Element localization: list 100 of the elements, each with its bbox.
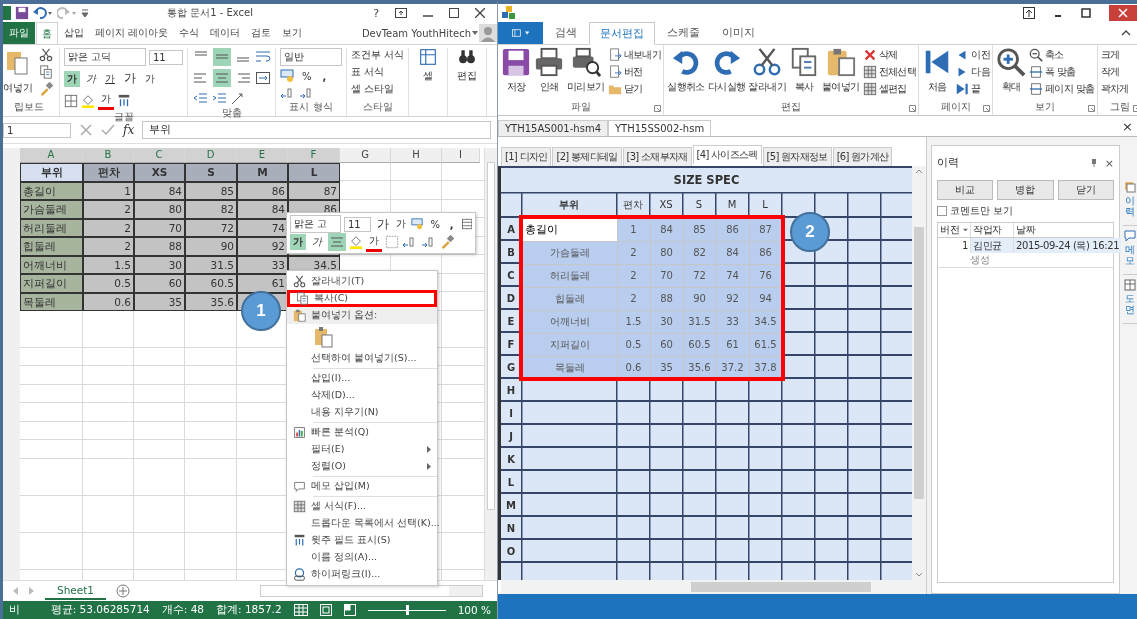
page-layout-icon[interactable]: [319, 604, 332, 616]
cells-icon[interactable]: [419, 48, 438, 66]
side-tab[interactable]: 이력: [1123, 181, 1137, 226]
document-tab[interactable]: YTH15AS001-hsm4: [498, 120, 608, 136]
menu-item[interactable]: 드롭다운 목록에서 선택(K)...: [287, 515, 437, 532]
column-header[interactable]: H: [391, 148, 442, 163]
ribbon-tab[interactable]: 파일: [3, 22, 35, 44]
zoom-level[interactable]: 100 %: [457, 604, 491, 616]
menu-item[interactable]: 잘라내기(T): [287, 273, 437, 290]
ribbon-tab[interactable]: 문서편집: [589, 22, 655, 45]
undo-icon[interactable]: [33, 7, 53, 19]
column-header[interactable]: 작업자: [970, 223, 1013, 237]
column-header[interactable]: I: [442, 148, 480, 163]
brush-icon[interactable]: [39, 82, 53, 96]
font-style-button[interactable]: 가: [64, 70, 80, 87]
save-icon[interactable]: [15, 6, 29, 20]
ribbon-button[interactable]: 처음: [921, 47, 954, 96]
font-size-dropdown[interactable]: 11: [343, 216, 371, 232]
collapse-ribbon-icon[interactable]: [1121, 30, 1131, 36]
ribbon-button[interactable]: 미리보기: [566, 47, 606, 96]
editing-button[interactable]: 편집: [457, 69, 478, 83]
checkbox[interactable]: [937, 206, 947, 216]
name-box[interactable]: 1: [3, 122, 71, 138]
merge-cells-icon[interactable]: [255, 70, 271, 86]
decrease-indent-icon[interactable]: [192, 90, 208, 106]
ribbon-button[interactable]: 작게: [1100, 64, 1129, 79]
grow-font-button[interactable]: 가: [121, 69, 139, 88]
scroll-right-icon[interactable]: [29, 587, 35, 595]
column-header[interactable]: A: [20, 148, 83, 163]
checkbox-label[interactable]: 코멘트만 보기: [937, 204, 1114, 218]
sheet-tab[interactable]: [4] 사이즈스펙: [692, 145, 762, 164]
caret-icon[interactable]: [524, 31, 529, 35]
vertical-scrollbar[interactable]: [912, 166, 926, 580]
percent-button[interactable]: %: [299, 69, 315, 83]
ribbon-display-icon[interactable]: [395, 8, 407, 18]
menu-item[interactable]: 정렬(O): [287, 458, 437, 475]
comma-button[interactable]: ,: [444, 217, 459, 231]
scroll-down-icon[interactable]: [915, 572, 923, 577]
shrink-font-button[interactable]: 가: [142, 70, 158, 87]
dialog-launcher-icon[interactable]: [1132, 105, 1137, 112]
document-tab[interactable]: YTH15SS002-hsm: [608, 120, 712, 136]
scrollbar-thumb[interactable]: [261, 586, 449, 596]
close-button[interactable]: ×: [1104, 156, 1114, 170]
column-header[interactable]: D: [185, 148, 237, 163]
account-name[interactable]: DevTeam YouthHitech: [361, 27, 471, 39]
column-header[interactable]: E: [237, 148, 288, 163]
font-name-dropdown[interactable]: 맑은 고: [290, 215, 341, 233]
column-header[interactable]: 날짜: [1013, 223, 1113, 237]
style-menu-button[interactable]: 표 서식: [351, 65, 385, 79]
ribbon-button[interactable]: 전체선택: [862, 64, 917, 79]
restore-icon[interactable]: [1023, 7, 1035, 19]
sheet-tab[interactable]: [3] 소재부자재: [622, 147, 692, 166]
menu-item[interactable]: 메모 삽입(M): [287, 478, 437, 495]
style-menu-button[interactable]: 조건부 서식: [351, 48, 405, 62]
ribbon-button[interactable]: 확대: [995, 47, 1028, 96]
menu-item[interactable]: 하이퍼링크(I)...: [287, 566, 437, 583]
ribbon-button[interactable]: 인쇄: [533, 47, 565, 96]
panel-button[interactable]: 병합: [997, 180, 1054, 200]
shrink-font-button[interactable]: 가: [393, 216, 408, 232]
menu-item[interactable]: 이름 정의(A)...: [287, 549, 437, 566]
menu-item[interactable]: 윗주 필드 표시(S): [287, 532, 437, 549]
column-header[interactable]: B: [83, 148, 134, 163]
page-break-icon[interactable]: [343, 604, 356, 616]
menu-item[interactable]: 선택하여 붙여넣기(S)...: [287, 350, 437, 367]
font-style-button[interactable]: 가: [102, 70, 118, 87]
ribbon-tab[interactable]: 수식: [174, 22, 205, 44]
scrollbar-thumb[interactable]: [487, 162, 495, 510]
style-menu-button[interactable]: 셀 스타일: [351, 82, 395, 96]
menu-item[interactable]: 삭제(D)...: [287, 387, 437, 404]
binoculars-icon[interactable]: [458, 48, 477, 66]
menu-item[interactable]: 빠른 분석(Q): [287, 424, 437, 441]
ribbon-tab[interactable]: 스케줄: [657, 22, 710, 44]
sheet-tab[interactable]: [1] 디자인: [501, 147, 552, 166]
text-orientation-icon[interactable]: [230, 90, 246, 106]
close-icon[interactable]: [1109, 5, 1137, 21]
panel-button[interactable]: 닫기: [1057, 180, 1114, 200]
ribbon-button[interactable]: 크게: [1100, 47, 1129, 62]
ribbon-button[interactable]: 실행취소: [666, 47, 706, 96]
caret-icon[interactable]: [472, 31, 478, 35]
close-icon[interactable]: [475, 8, 485, 18]
currency-icon[interactable]: [280, 69, 296, 83]
ribbon-button[interactable]: 닫기: [607, 81, 662, 96]
format-cells-icon[interactable]: [461, 218, 472, 230]
ribbon-tab[interactable]: 검색: [545, 22, 587, 44]
font-color-button[interactable]: 가: [98, 91, 114, 110]
ribbon-button[interactable]: 복사: [788, 47, 821, 96]
column-header[interactable]: 버전: [938, 223, 970, 237]
checkmark-icon[interactable]: [101, 123, 115, 137]
ribbon-button[interactable]: 붙여넣기: [821, 47, 861, 96]
menu-item[interactable]: 내용 지우기(N): [287, 404, 437, 421]
grid-icon[interactable]: [1124, 279, 1136, 291]
comment-icon[interactable]: [1124, 230, 1136, 242]
help-button[interactable]: ?: [373, 6, 379, 20]
ribbon-button[interactable]: 삭제: [862, 47, 917, 62]
ribbon-button[interactable]: 끝: [955, 81, 991, 96]
menu-item[interactable]: 셀 서식(F)...: [287, 498, 437, 515]
font-color-button[interactable]: 가: [366, 232, 382, 252]
brush-icon[interactable]: [440, 235, 454, 249]
add-sheet-icon[interactable]: [116, 584, 131, 598]
percent-button[interactable]: %: [427, 217, 442, 231]
